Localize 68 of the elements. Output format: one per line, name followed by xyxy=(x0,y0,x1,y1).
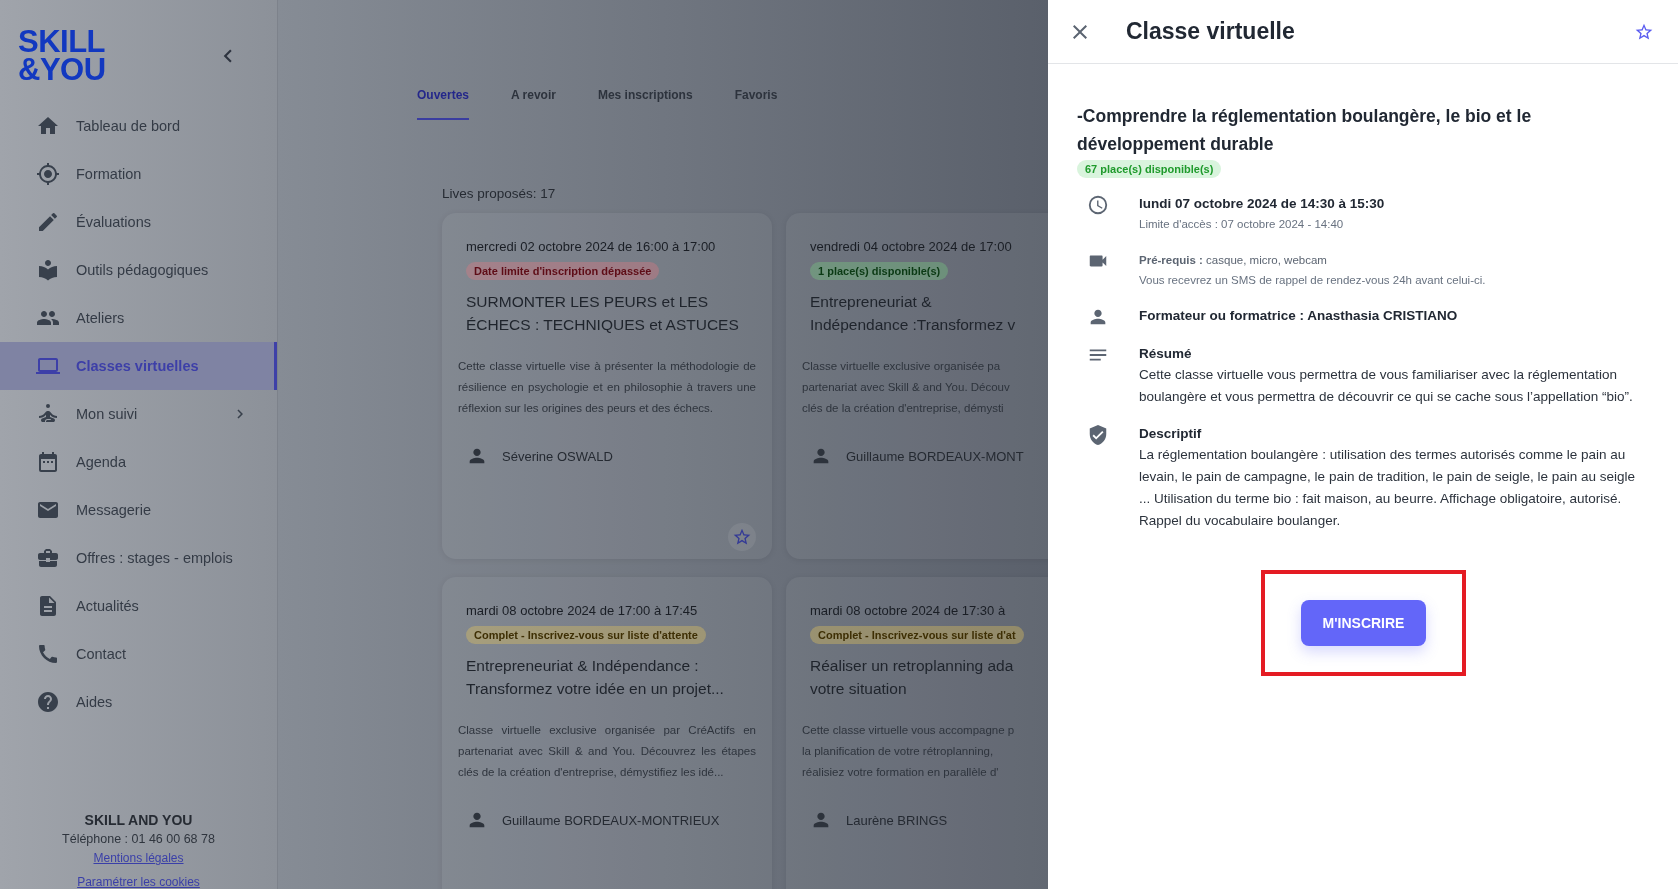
help-icon xyxy=(36,690,60,714)
pencil-icon xyxy=(36,210,60,234)
footer-link[interactable]: Paramétrer les cookies xyxy=(77,875,200,889)
course-card[interactable] xyxy=(442,577,772,889)
tab[interactable]: Mes inscriptions xyxy=(597,84,693,120)
trainer-name: Laurène BRINGS xyxy=(846,812,948,828)
favorite-button[interactable] xyxy=(728,523,756,551)
status-badge: Date limite d'inscription dépassée xyxy=(466,262,660,280)
sidebar-item[interactable]: Tableau de bord xyxy=(0,102,277,150)
card-date: mardi 08 octobre 2024 de 17:00 à 17:45 xyxy=(465,603,699,618)
sidebar-item[interactable]: Aides xyxy=(0,678,277,726)
card-description: Cette classe virtuelle vise à présenter la méthodologie de résilience en psychologie et en philosophie à travers une réflexion sur les origines des peurs et des échecs. xyxy=(458,359,756,416)
tab[interactable]: Favoris xyxy=(734,84,778,120)
card-date: mercredi 02 octobre 2024 de 16:00 à 17:00 xyxy=(465,239,717,254)
results-count: Lives proposés: 17 xyxy=(442,186,557,201)
tab[interactable]: Ouvertes xyxy=(417,84,470,120)
phone-number: Téléphone : 01 46 00 68 78 xyxy=(62,832,215,846)
sidebar-item[interactable]: Outils pédagogiques xyxy=(0,246,277,294)
card-date: mardi 08 octobre 2024 de 17:30 à xyxy=(809,603,1007,618)
status-badge: Complet - Inscrivez-vous sur liste d'at xyxy=(810,626,1024,644)
sidebar-item[interactable]: Mon suivi xyxy=(0,390,277,438)
drawer-title: Classe virtuelle xyxy=(1126,18,1296,45)
course-card[interactable] xyxy=(442,213,772,559)
reader-book-icon xyxy=(36,258,60,282)
sidebar-item[interactable]: Actualités xyxy=(0,582,277,630)
info-heading: Descriptif xyxy=(1139,425,1203,443)
info-heading: Formateur ou formatrice : Anasthasia CRISTIANO xyxy=(1139,307,1459,325)
trainer-name: Guillaume BORDEAUX-MONTRIEUX xyxy=(502,812,720,828)
target-icon xyxy=(36,162,60,186)
company-name: SKILL AND YOU xyxy=(84,812,193,828)
card-title: SURMONTER LES PEURS et LES ÉCHECS : TECHNIQUES et ASTUCES xyxy=(466,292,740,335)
card-title: Entrepreneuriat & Indépendance :Transformez v xyxy=(810,292,1017,335)
card-title: Entrepreneuriat & Indépendance : Transformez votre idée en un projet... xyxy=(466,656,725,699)
availability-badge: 67 place(s) disponible(s) xyxy=(1077,160,1222,178)
course-title: -Comprendre la réglementation boulangère, le bio et le développement durable xyxy=(1077,105,1533,156)
sidebar-item[interactable]: Messagerie xyxy=(0,486,277,534)
star-icon xyxy=(732,527,752,547)
status-badge: 1 place(s) disponible(s) xyxy=(810,262,949,280)
info-paragraph: La réglementation boulangère : utilisation des termes autorisés comme le pain au levain, le pain de campagne, le pain de tradition, le pain de seigle, le pain au seigle ... Utilisation du terme bio : fait maison, au beurre. Affichage obligatoire, autorisé. Rappel du vocabulaire boulanger. xyxy=(1139,446,1637,530)
card-description: Classe virtuelle exclusive organisée par CréActifs en partenariat avec Skill & and You. Découvrez les étapes clés de la création d'entreprise, démystifiez les idé... xyxy=(458,723,756,780)
info-paragraph: Cette classe virtuelle vous permettra de vous familiariser avec la réglementation boulangère et vous permettra de découvrir ce qui se cache sous l’appellation “bio”. xyxy=(1139,366,1634,406)
trainer-name: Séverine OSWALD xyxy=(502,448,613,464)
info-note: Vous recevrez un SMS de rappel de rendez-vous 24h avant celui-ci. xyxy=(1139,273,1487,288)
sidebar-item[interactable]: Agenda xyxy=(0,438,277,486)
sidebar-item[interactable]: Offres : stages - emplois xyxy=(0,534,277,582)
register-button[interactable]: M'INSCRIRE xyxy=(1300,600,1427,646)
info-heading: lundi 07 octobre 2024 de 14:30 à 15:30 xyxy=(1139,195,1386,213)
info-heading: Résumé xyxy=(1139,345,1193,363)
info-note: Limite d'accès : 07 octobre 2024 - 14:40 xyxy=(1139,217,1345,232)
logo[interactable]: SKILL &YOU xyxy=(18,28,106,84)
sidebar-item[interactable]: Ateliers xyxy=(0,294,277,342)
shield-check-icon xyxy=(1087,424,1109,446)
info-text: Pré-requis : casque, micro, webcam xyxy=(1139,253,1328,268)
tab[interactable]: A revoir xyxy=(511,84,556,120)
card-date: vendredi 04 octobre 2024 de 17:00 xyxy=(809,239,1013,254)
status-badge: Complet - Inscrivez-vous sur liste d'attente xyxy=(466,626,706,644)
phone-icon xyxy=(36,642,60,666)
sidebar-item[interactable]: Classes virtuelles xyxy=(0,342,277,390)
trainer-name: Guillaume BORDEAUX-MONT xyxy=(846,448,1024,464)
sidebar-item[interactable]: Évaluations xyxy=(0,198,277,246)
calendar-icon xyxy=(36,450,60,474)
clock-icon xyxy=(1087,194,1109,216)
sidebar-item[interactable]: Contact xyxy=(0,630,277,678)
sidebar-item[interactable]: Formation xyxy=(0,150,277,198)
briefcase-icon xyxy=(36,546,60,570)
course-card[interactable] xyxy=(786,213,1048,559)
footer-link[interactable]: Mentions légales xyxy=(93,851,184,865)
card-title: Réaliser un retroplanning ada votre situation xyxy=(810,656,1015,699)
